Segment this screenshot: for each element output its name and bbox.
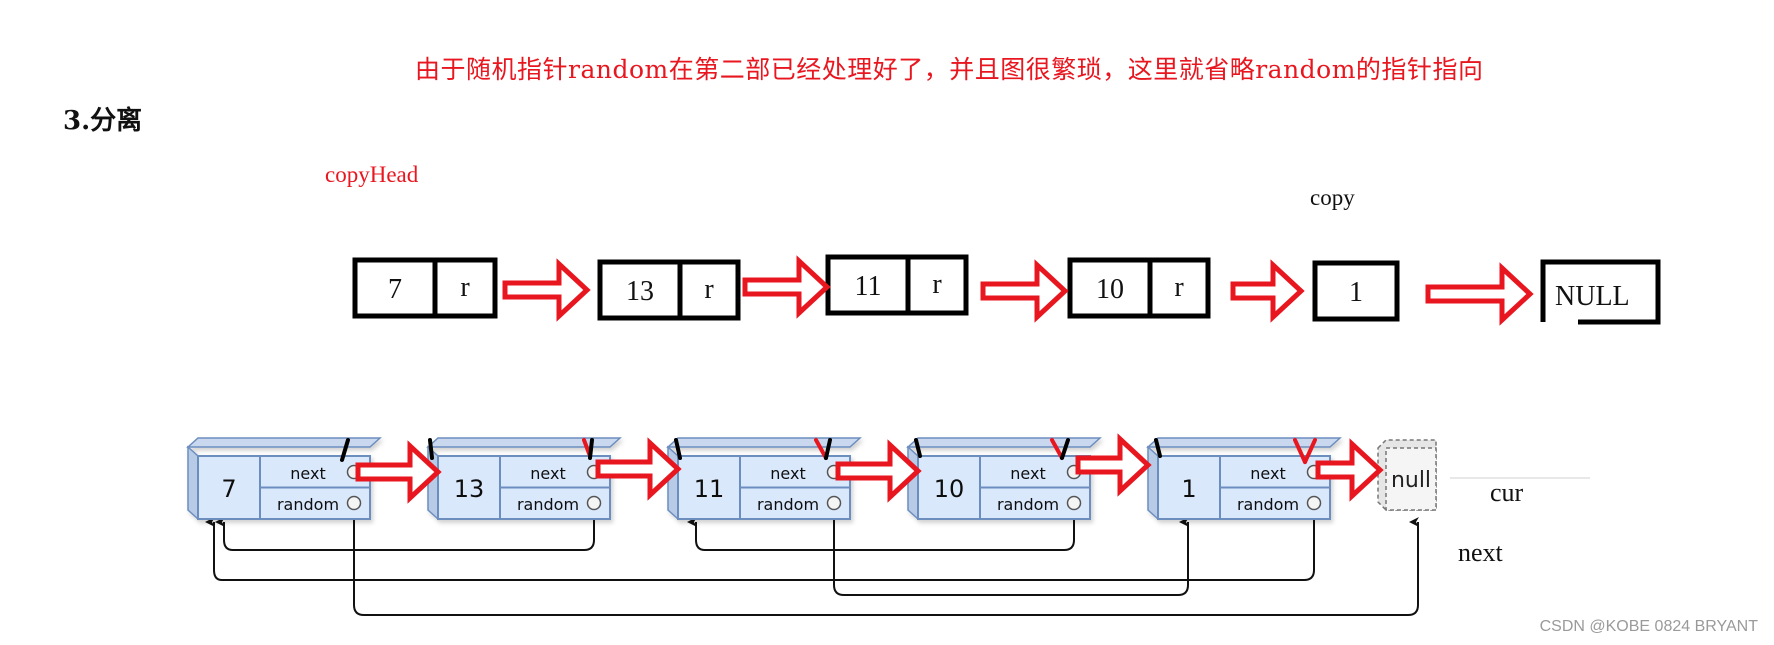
next-arrow [502, 258, 591, 322]
original-null-node: null [1377, 439, 1590, 511]
random-port [1066, 495, 1082, 511]
original-node-value: 11 [694, 475, 725, 503]
random-field-label: random [757, 495, 819, 514]
copy-null-text: NULL [1555, 281, 1630, 312]
next-field-label: next [530, 464, 565, 483]
copy-node-value: 7 [388, 274, 402, 305]
annotation-mark [428, 438, 434, 460]
original-node: 10 next random [906, 437, 1102, 521]
copy-node-value: 10 [1096, 274, 1124, 305]
copy-node: 10 r [1067, 257, 1211, 319]
original-node: 11 next random [666, 437, 862, 521]
random-field-label: random [997, 495, 1059, 514]
original-node-value: 13 [454, 475, 485, 503]
copy-node-value: 13 [626, 276, 654, 307]
random-port [826, 495, 842, 511]
random-port [586, 495, 602, 511]
annotation-mark [588, 438, 594, 460]
original-node-value: 10 [934, 475, 965, 503]
linked-list-diagram: 7 r 13 r 11 r 10 r 1 NULL 7nextrandom13nextrandom… [186, 254, 1661, 616]
copy-node-value: 11 [855, 271, 882, 302]
next-field-label: next [1250, 464, 1285, 483]
next-field-label: next [770, 464, 805, 483]
next-arrow [980, 259, 1069, 323]
copy-node: 7r [352, 257, 498, 319]
original-node-value: 7 [221, 475, 236, 503]
node-side-face [1147, 445, 1159, 521]
random-field-label: random [1237, 495, 1299, 514]
original-node-value: 1 [1181, 475, 1196, 503]
next-arrow [742, 255, 831, 319]
random-port [346, 495, 362, 511]
null-box-text: null [1391, 468, 1431, 493]
node-side-face [187, 445, 199, 521]
next-field-label: next [1010, 464, 1045, 483]
node-side-face [907, 445, 919, 521]
copy-node: 1 [1312, 260, 1400, 322]
copy-node: 11 r [825, 254, 969, 316]
copy-node-random-label: r [704, 274, 714, 305]
copy-null-node: NULL [1540, 259, 1661, 325]
original-list: 7 next random 13 next random 11 next random 10 nex… [186, 433, 1590, 521]
random-field-label: random [277, 495, 339, 514]
next-arrow [1230, 259, 1305, 323]
node-top-face [906, 437, 1102, 448]
random-port [1306, 495, 1322, 511]
next-arrow [1425, 262, 1534, 326]
node-top-face [186, 437, 382, 448]
copy-list: 7 r 13 r 11 r 10 r 1 NULL [352, 254, 1661, 326]
copy-node-value: 1 [1349, 277, 1363, 308]
copy-node-random-label: r [460, 272, 470, 303]
copy-node-random-label: r [932, 269, 942, 300]
original-node: 7 next random [186, 437, 382, 521]
random-field-label: random [517, 495, 579, 514]
next-field-label: next [290, 464, 325, 483]
copy-node: 13 r [597, 259, 741, 321]
copy-node-random-label: r [1174, 272, 1184, 303]
